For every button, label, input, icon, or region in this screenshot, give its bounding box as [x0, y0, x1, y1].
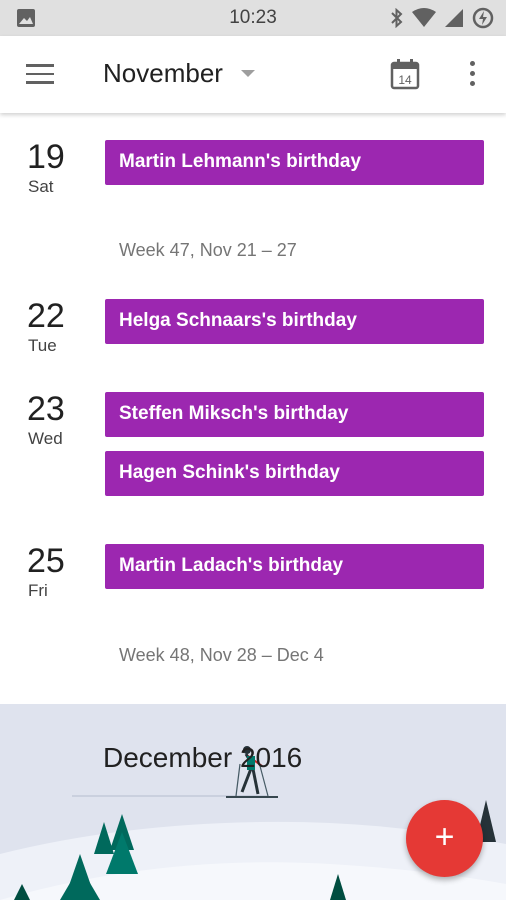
dropdown-caret-icon[interactable] — [241, 70, 255, 77]
week-label: Week 48, Nov 28 – Dec 4 — [119, 645, 324, 665]
status-bar: 10:23 — [0, 0, 506, 36]
add-event-button[interactable]: + — [406, 800, 483, 877]
event-chip[interactable]: Martin Lehmann's birthday — [105, 140, 484, 185]
event-chip[interactable]: Hagen Schink's birthday — [105, 451, 484, 496]
day-of-week: Wed — [28, 429, 63, 448]
bluetooth-icon — [390, 7, 404, 33]
app-bar: November 14 — [0, 36, 506, 113]
day-of-week: Tue — [28, 336, 57, 355]
signal-icon — [444, 8, 464, 33]
day-of-week: Fri — [28, 581, 48, 600]
menu-icon[interactable] — [26, 64, 54, 84]
plus-icon: + — [434, 818, 455, 856]
more-vert-icon[interactable] — [466, 61, 478, 89]
banner-month-title: December 2016 — [103, 742, 303, 773]
battery-charging-icon — [472, 7, 494, 34]
event-chip[interactable]: Martin Ladach's birthday — [105, 544, 484, 589]
today-day-number: 14 — [398, 73, 412, 87]
day-number: 25 — [27, 542, 65, 580]
day-of-week: Sat — [28, 177, 54, 196]
week-label: Week 47, Nov 21 – 27 — [119, 240, 297, 260]
wifi-icon — [412, 8, 436, 33]
calendar-today-icon[interactable]: 14 — [390, 58, 420, 90]
day-number: 23 — [27, 390, 65, 428]
day-number: 19 — [27, 138, 65, 176]
event-chip[interactable]: Steffen Miksch's birthday — [105, 392, 484, 437]
event-chip[interactable]: Helga Schnaars's birthday — [105, 299, 484, 344]
month-title[interactable]: November — [103, 58, 223, 89]
day-number: 22 — [27, 297, 65, 335]
